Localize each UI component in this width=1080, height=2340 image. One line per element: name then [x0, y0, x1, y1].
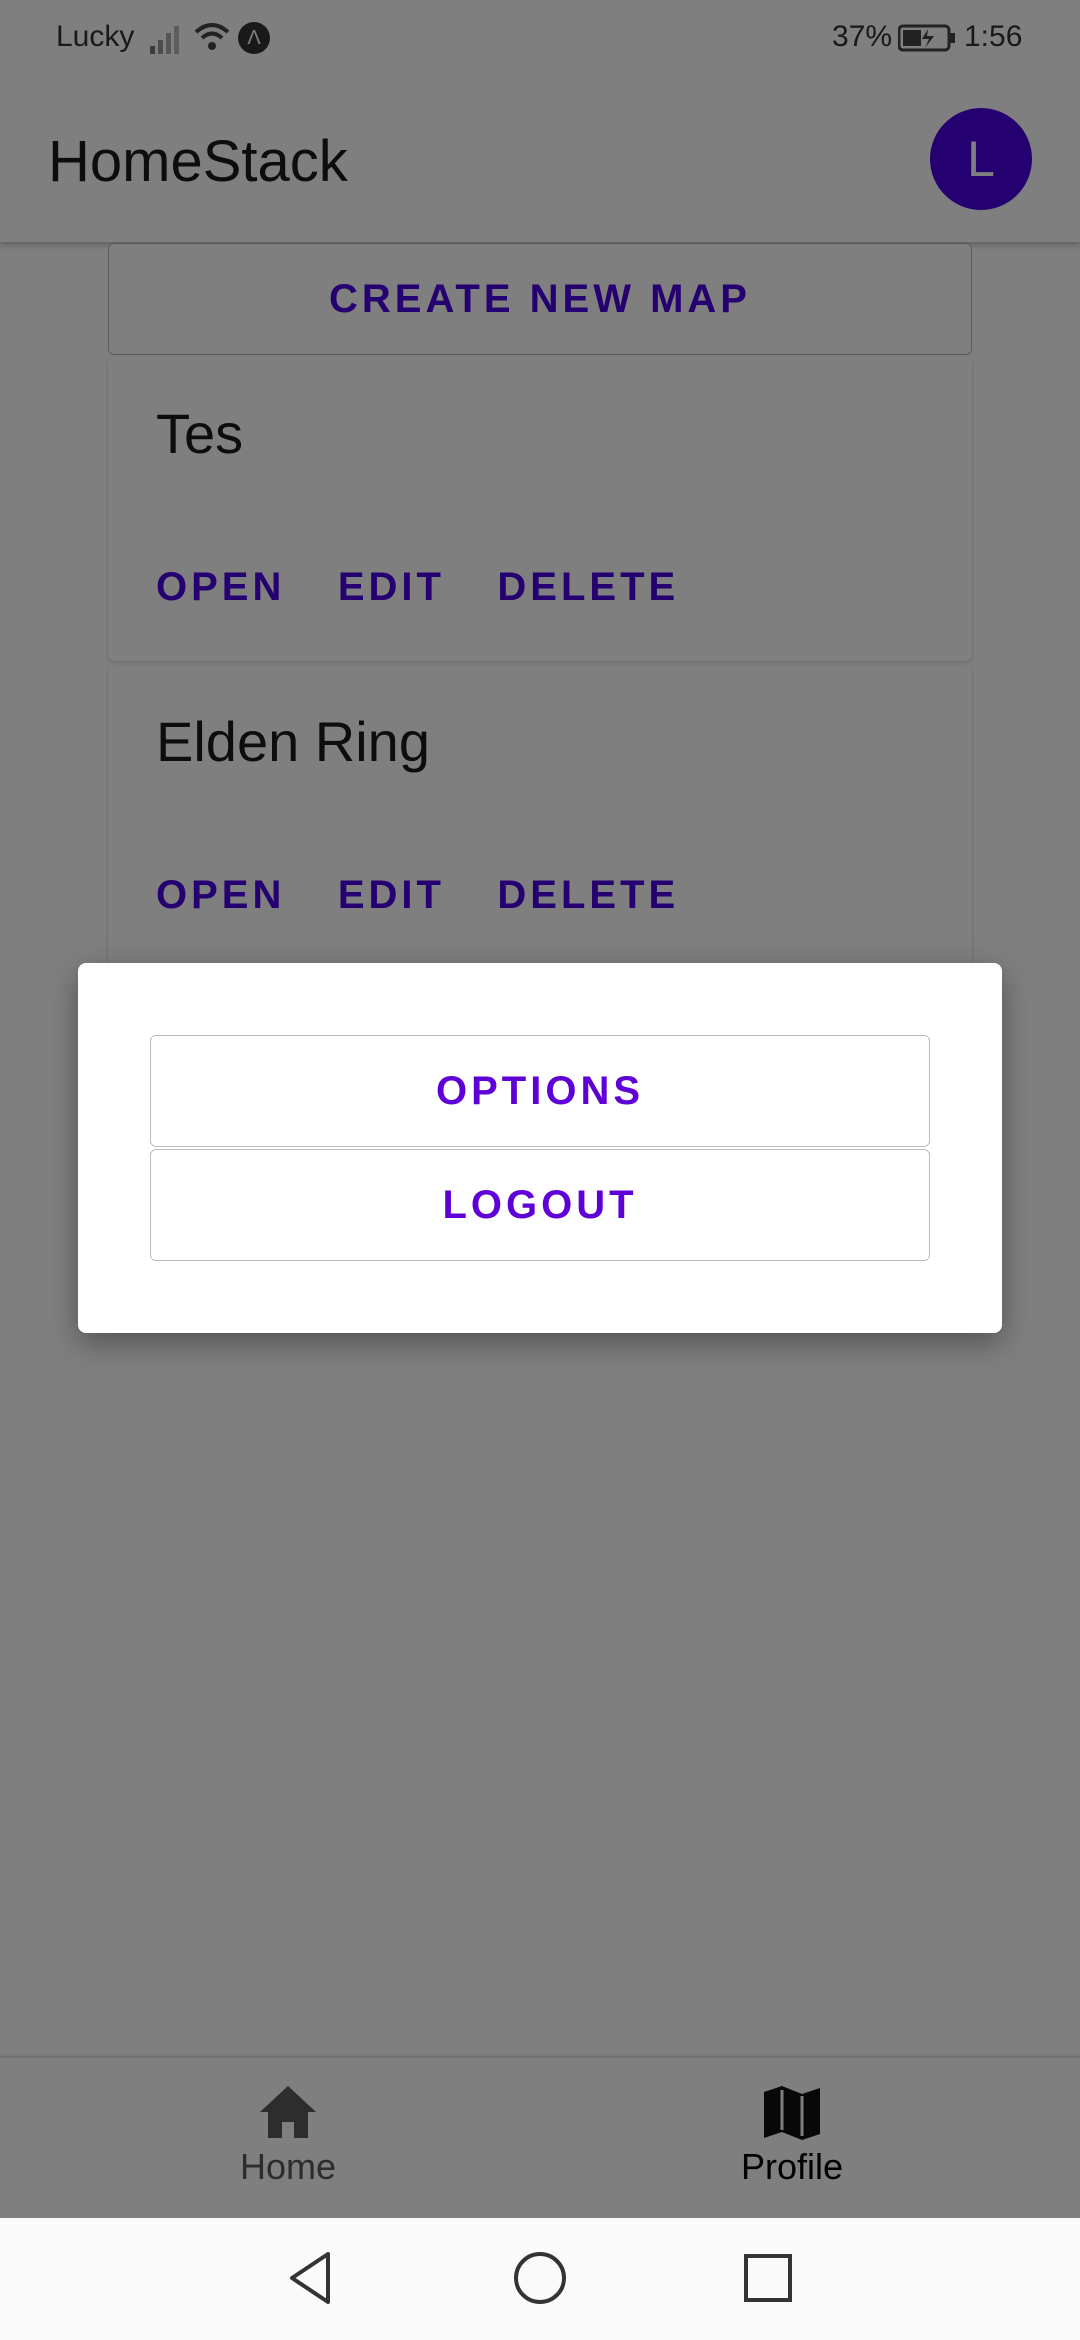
logout-button[interactable]: LOGOUT [150, 1149, 930, 1261]
system-navigation-bar [0, 2218, 1080, 2340]
recents-icon[interactable] [738, 2248, 798, 2308]
home-circle-icon[interactable] [510, 2248, 570, 2308]
profile-menu-dialog: OPTIONS LOGOUT [78, 963, 1002, 1333]
back-icon[interactable] [282, 2248, 342, 2308]
options-button[interactable]: OPTIONS [150, 1035, 930, 1147]
screen: Lucky Λ 37% 1:56 HomeStack L CREATE NEW … [0, 0, 1080, 2340]
